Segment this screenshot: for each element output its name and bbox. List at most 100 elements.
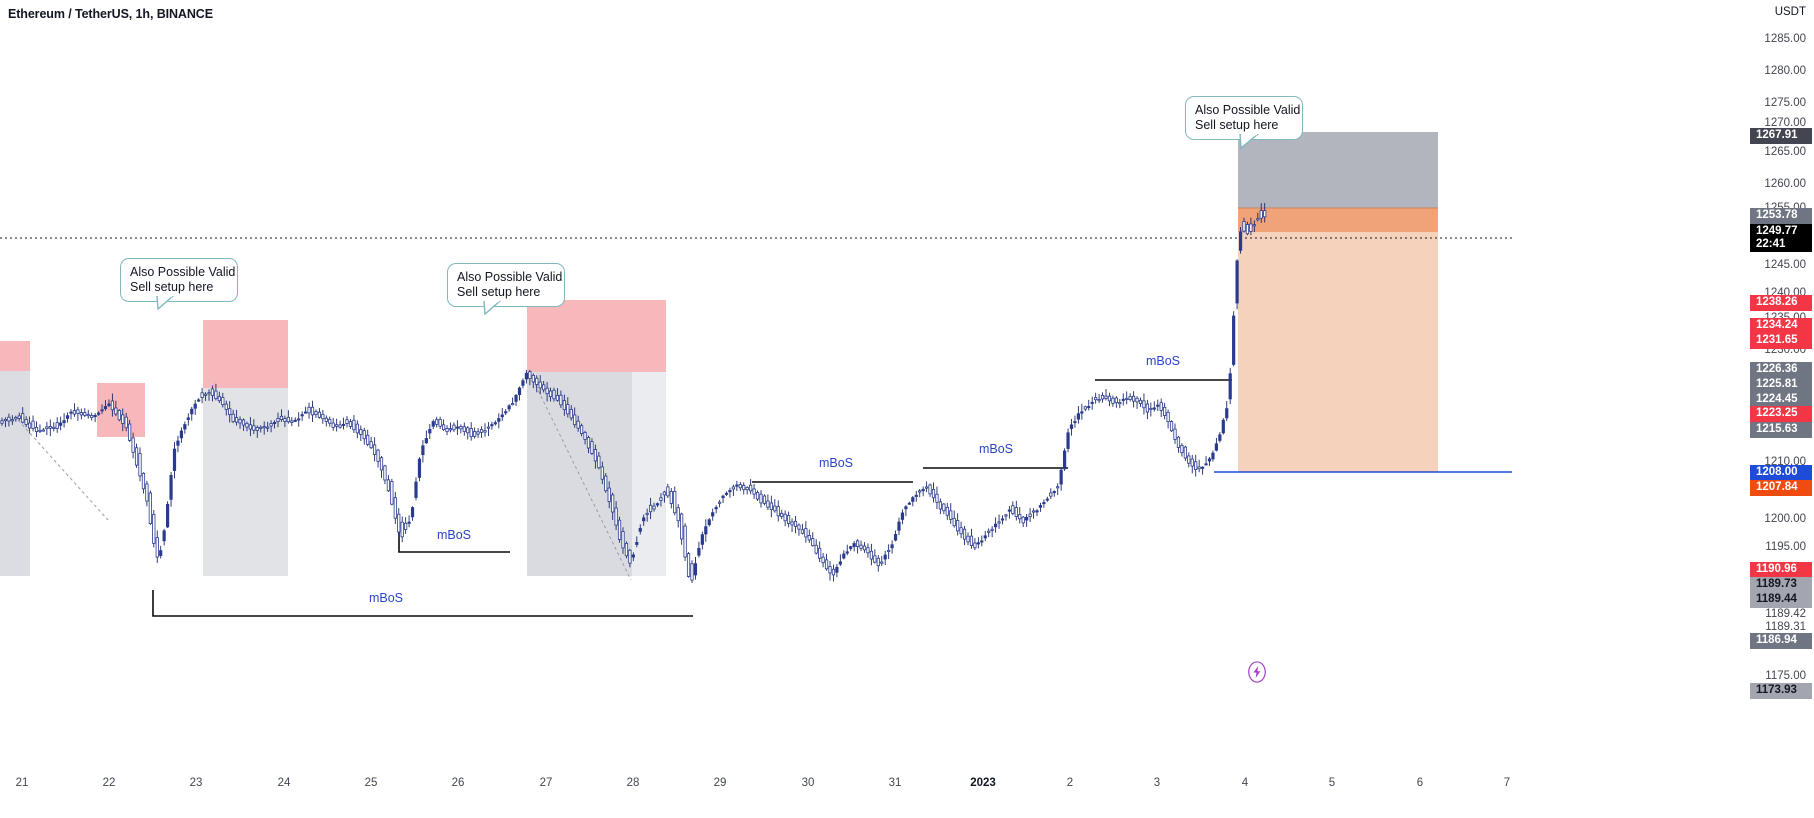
candle-body: [807, 535, 811, 541]
candle-body: [155, 537, 159, 558]
candle-body: [1232, 315, 1236, 365]
candle-body: [804, 528, 808, 538]
candle-body: [286, 416, 290, 423]
candle-body: [759, 493, 763, 504]
price-label-pill[interactable]: 1207.84: [1750, 480, 1812, 496]
candle-body: [1156, 404, 1160, 407]
price-label-pill[interactable]: 1189.44: [1750, 592, 1812, 608]
price-label-pill[interactable]: 1225.81: [1750, 377, 1812, 393]
candle-body: [673, 490, 677, 514]
price-tick: 1189.42: [1765, 608, 1806, 620]
price-label-pill[interactable]: 1189.73: [1750, 577, 1812, 593]
price-label-pill[interactable]: 1267.91: [1750, 128, 1812, 144]
candle-body: [1076, 413, 1080, 420]
candle-body: [787, 515, 791, 524]
candle-body: [7, 416, 11, 422]
candle-body: [138, 453, 142, 477]
candle-body: [493, 422, 497, 425]
candle-body: [918, 490, 922, 493]
price-label-pill[interactable]: 1190.96: [1750, 562, 1812, 578]
candle-body: [1242, 221, 1246, 232]
candle-body: [724, 492, 729, 495]
callout-note[interactable]: Also Possible Valid Sell setup here: [120, 258, 238, 302]
candle-body: [862, 545, 867, 551]
time-tick: 23: [189, 777, 203, 789]
candle-body: [700, 534, 704, 545]
candle-body: [69, 411, 73, 414]
candle-body: [1259, 210, 1263, 219]
candle-body: [1049, 492, 1053, 497]
candle-body: [952, 517, 956, 527]
candle-body: [676, 507, 680, 522]
time-tick: 28: [626, 777, 640, 789]
candle-body: [528, 371, 532, 380]
candle-body: [517, 387, 522, 395]
candle-body: [0, 420, 4, 424]
candle-body: [617, 519, 622, 540]
candle-body: [362, 430, 366, 440]
candle-body: [3, 418, 8, 422]
chart-plot-area[interactable]: mBoS mBoS mBoS mBoS mBoS Also Possible V…: [0, 0, 1512, 762]
candle-body: [1038, 505, 1043, 508]
candle-body: [1138, 399, 1143, 404]
callout-note[interactable]: Also Possible Valid Sell setup here: [447, 263, 565, 307]
candle-body: [1211, 452, 1215, 460]
candle-body: [994, 523, 998, 528]
price-axis[interactable]: USDT 1285.00 1280.00 1275.00 1270.00 1265.00…: [1512, 0, 1814, 762]
candle-body: [990, 528, 994, 531]
candle-body: [1169, 421, 1174, 432]
price-label-pill[interactable]: 1249.77 22:41: [1750, 224, 1812, 252]
candle-body: [245, 422, 249, 428]
time-axis[interactable]: 21 22 23 24 25 26 27 28 29 30 31 2023 2 3 4 5 6 7: [0, 762, 1814, 818]
candle-body: [152, 513, 156, 544]
candle-body: [148, 492, 152, 524]
candle-body: [1235, 260, 1239, 304]
candle-body: [793, 520, 798, 527]
candle-body: [973, 542, 977, 549]
candle-body: [752, 488, 756, 495]
price-label-pill[interactable]: 1253.78: [1750, 208, 1812, 224]
candle-body: [1197, 466, 1201, 470]
candle-body: [1228, 373, 1232, 400]
candle-body: [1238, 231, 1243, 251]
lightning-bolt-icon[interactable]: [1246, 661, 1268, 683]
price-label-pill[interactable]: 1223.25: [1750, 406, 1812, 422]
candle-body: [928, 484, 932, 495]
candle-body: [962, 528, 967, 540]
price-label-pill[interactable]: 1231.65: [1750, 333, 1812, 349]
price-label-pill[interactable]: 1226.36: [1750, 362, 1812, 378]
candle-body: [1245, 224, 1250, 235]
candle-body: [1059, 469, 1063, 485]
price-label-pill[interactable]: 1186.94: [1750, 633, 1812, 649]
callout-tail-icon: [1239, 134, 1260, 149]
candle-body: [448, 428, 453, 431]
candle-body: [21, 413, 25, 423]
price-label-pill[interactable]: 1173.93: [1750, 683, 1812, 699]
price-tick: 1245.00: [1764, 259, 1806, 271]
price-tick: 1275.00: [1764, 97, 1806, 109]
candle-body: [31, 420, 35, 429]
candle-body: [224, 403, 228, 410]
candle-body: [969, 535, 974, 547]
candle-body: [925, 486, 929, 489]
price-label-pill[interactable]: 1208.00: [1750, 465, 1812, 481]
time-tick: 2: [1066, 777, 1074, 789]
candle-body: [1132, 395, 1136, 402]
candle-body: [128, 423, 132, 441]
price-label-pill[interactable]: 1234.24: [1750, 318, 1812, 334]
candle-body: [410, 507, 415, 518]
candle-body: [980, 540, 984, 543]
candle-body: [445, 428, 449, 433]
candle-body: [728, 490, 732, 493]
candle-body: [379, 457, 384, 471]
candle-body: [441, 424, 446, 431]
price-label-pill[interactable]: 1215.63: [1750, 422, 1812, 438]
candle-body: [693, 563, 698, 576]
candle-body: [190, 408, 194, 415]
candle-body: [17, 415, 21, 419]
candle-body: [780, 512, 784, 517]
candle-body: [542, 384, 546, 391]
price-label-countdown: 22:41: [1756, 238, 1786, 250]
price-label-pill[interactable]: 1238.26: [1750, 295, 1812, 311]
candle-body: [504, 411, 508, 414]
